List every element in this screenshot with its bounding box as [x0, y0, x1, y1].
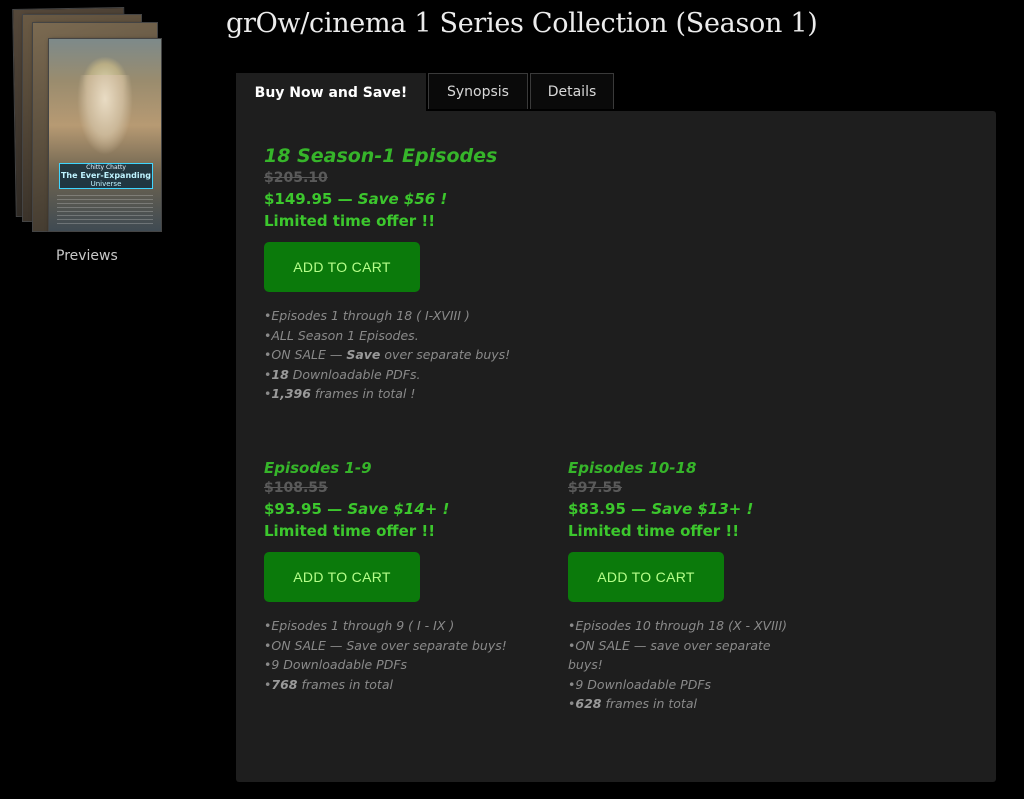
feature-emphasis: 18 — [271, 366, 289, 382]
save-amount: Save $13+ ! — [651, 500, 754, 518]
offer-title: 18 Season-1 Episodes — [264, 145, 498, 167]
limited-offer-text: Limited time offer !! — [264, 522, 436, 540]
buy-panel: 18 Season-1 Episodes $205.10 $149.95 — S… — [236, 111, 996, 782]
price-line: $93.95 — Save $14+ ! — [264, 500, 507, 518]
feature-emphasis: 1,396 — [271, 386, 311, 401]
limited-offer-text: Limited time offer !! — [264, 212, 436, 230]
tab-buy-now[interactable]: Buy Now and Save! — [236, 73, 426, 111]
feature-item: buys! — [568, 657, 603, 672]
add-to-cart-button-full[interactable]: ADD TO CART — [264, 242, 420, 292]
price-separator: — — [631, 500, 652, 518]
feature-list: Episodes 1 through 18 ( I-XVIII )ALL Sea… — [264, 306, 510, 404]
page-title: grOw/cinema 1 Series Collection (Season … — [226, 8, 818, 39]
cover-title-main: The Ever-Expanding — [60, 171, 152, 180]
feature-emphasis: 768 — [271, 676, 298, 692]
limited-offer-text: Limited time offer !! — [568, 522, 740, 540]
sale-price: $83.95 — [568, 500, 626, 518]
feature-item: ON SALE — Save over separate buys! — [264, 345, 510, 365]
cover-art-figure — [77, 75, 133, 155]
product-cover-stack[interactable]: Chitty Chatty The Ever-Expanding Univers… — [12, 7, 164, 232]
feature-item: Episodes 1 through 9 ( I - IX ) — [264, 616, 507, 636]
old-price: $108.55 — [264, 480, 328, 496]
sale-price: $93.95 — [264, 500, 322, 518]
price-separator: — — [327, 500, 348, 518]
feature-item: ON SALE — Save over separate buys! — [264, 636, 506, 656]
feature-emphasis: Save — [346, 347, 381, 362]
cover-top-text: Chitty Chatty — [86, 164, 126, 171]
old-price: $205.10 — [264, 170, 328, 186]
cover-title-sub: Universe — [90, 180, 122, 188]
save-amount: Save $56 ! — [357, 190, 448, 208]
add-to-cart-button-part2[interactable]: ADD TO CART — [568, 552, 724, 602]
tab-bar: Buy Now and Save! Synopsis Details — [236, 73, 616, 111]
tab-details[interactable]: Details — [530, 73, 614, 109]
feature-item: 9 Downloadable PDFs — [264, 655, 507, 675]
feature-item: 1,396 frames in total ! — [264, 384, 510, 404]
offer-title: Episodes 1-9 — [264, 459, 372, 477]
feature-list: Episodes 10 through 18 (X - XVIII)ON SAL… — [568, 616, 787, 714]
feature-item: ON SALE — save over separate — [568, 636, 787, 656]
feature-item: Episodes 1 through 18 ( I-XVIII ) — [264, 306, 510, 326]
previews-link[interactable]: Previews — [56, 248, 126, 264]
offer-full-season: 18 Season-1 Episodes $205.10 $149.95 — S… — [264, 145, 510, 420]
offer-title: Episodes 10-18 — [568, 459, 697, 477]
save-amount: Save $14+ ! — [347, 500, 450, 518]
feature-list: Episodes 1 through 9 ( I - IX )ON SALE —… — [264, 616, 507, 695]
offer-episodes-1-9: Episodes 1-9 $108.55 $93.95 — Save $14+ … — [264, 459, 507, 710]
sale-price: $149.95 — [264, 190, 333, 208]
cover-credits-block — [57, 195, 153, 225]
tab-synopsis[interactable]: Synopsis — [428, 73, 528, 109]
offer-episodes-10-18: Episodes 10-18 $97.55 $83.95 — Save $13+… — [568, 459, 787, 730]
cover-front[interactable]: Chitty Chatty The Ever-Expanding Univers… — [48, 38, 162, 232]
feature-item: 9 Downloadable PDFs — [568, 675, 787, 695]
add-to-cart-button-part1[interactable]: ADD TO CART — [264, 552, 420, 602]
feature-item: 768 frames in total — [264, 675, 507, 695]
feature-item: ALL Season 1 Episodes. — [264, 326, 510, 346]
old-price: $97.55 — [568, 480, 623, 496]
feature-item: 18 Downloadable PDFs. — [264, 365, 510, 385]
price-line: $83.95 — Save $13+ ! — [568, 500, 787, 518]
feature-item: 628 frames in total — [568, 694, 787, 714]
price-separator: — — [337, 190, 358, 208]
price-line: $149.95 — Save $56 ! — [264, 190, 510, 208]
feature-item: Episodes 10 through 18 (X - XVIII) — [568, 616, 787, 636]
cover-title-box: Chitty Chatty The Ever-Expanding Univers… — [59, 163, 153, 189]
feature-emphasis: 628 — [575, 696, 602, 711]
